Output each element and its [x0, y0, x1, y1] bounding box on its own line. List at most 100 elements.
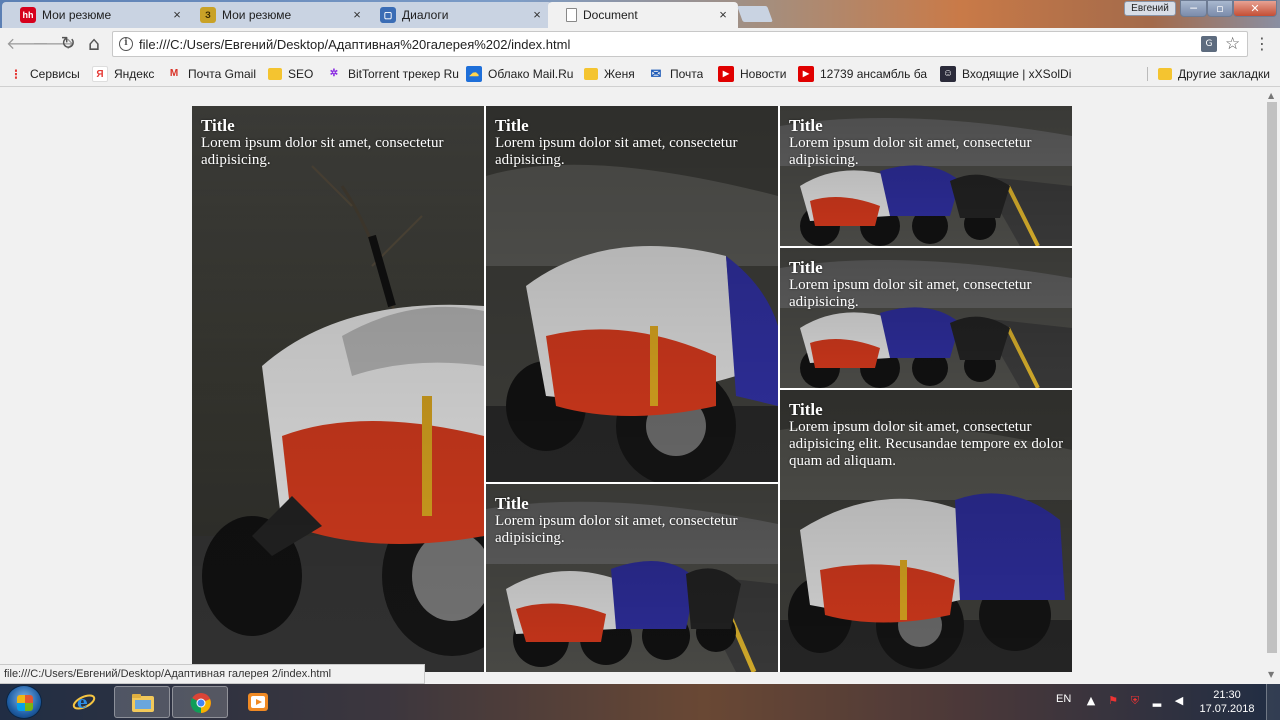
caption-text: Lorem ipsum dolor sit amet, consectetur … — [789, 277, 1032, 310]
info-icon[interactable]: i — [119, 37, 133, 51]
url-text[interactable]: file:///C:/Users/Евгений/Desktop/Адаптив… — [139, 37, 570, 52]
scrollbar-thumb[interactable] — [1267, 102, 1277, 653]
bookmark-label: Другие закладки — [1178, 67, 1270, 81]
tab-resume-hh[interactable]: hh Мои резюме × — [2, 2, 192, 28]
torrent-icon: ✲ — [329, 68, 339, 79]
reload-icon[interactable]: ↻ — [58, 34, 78, 54]
caption-title: Title — [789, 400, 823, 419]
profile-button[interactable]: Евгений — [1124, 1, 1176, 16]
maximize-button[interactable]: ▫ — [1207, 0, 1233, 17]
gallery-item[interactable]: Title Lorem ipsum dolor sit amet, consec… — [192, 106, 484, 672]
media-player-icon — [248, 693, 268, 711]
folder-icon — [132, 694, 154, 712]
show-hidden-icons-icon[interactable]: ▲ — [1084, 694, 1098, 708]
tab-dialogs[interactable]: ▢ Диалоги × — [362, 2, 552, 28]
taskbar-chrome[interactable] — [172, 686, 228, 718]
vertical-scrollbar[interactable]: ▲ ▼ — [1264, 88, 1280, 684]
bookmark-ensemble[interactable]: ▶ 12739 ансамбль ба — [798, 65, 928, 83]
gallery-item[interactable]: Title Lorem ipsum dolor sit amet, consec… — [780, 106, 1072, 246]
bookmark-news[interactable]: ▶ Новости — [718, 65, 786, 83]
minimize-button[interactable]: ─ — [1180, 0, 1207, 17]
taskbar-media-player[interactable] — [230, 686, 286, 718]
taskbar-ie[interactable]: e — [56, 686, 112, 718]
bookmark-yandex[interactable]: Я Яндекс — [92, 65, 154, 83]
tab-label: Document — [583, 8, 638, 22]
inbox-avatar-icon: ☺ — [940, 66, 956, 82]
chrome-icon — [190, 693, 211, 714]
bookmark-label: Сервисы — [30, 67, 80, 81]
caption-title: Title — [495, 116, 529, 135]
caption-text: Lorem ipsum dolor sit amet, consectetur … — [495, 513, 738, 546]
page-favicon-icon — [566, 8, 577, 22]
menu-kebab-icon[interactable]: ⋮ — [1254, 34, 1270, 54]
photo-shade — [192, 106, 484, 672]
action-center-flag-icon[interactable]: ⚑ — [1106, 694, 1120, 708]
system-clock[interactable]: 21:30 17.07.2018 — [1196, 688, 1258, 716]
bookmark-bittorrent[interactable]: ✲ BitTorrent трекер Ru — [326, 65, 464, 83]
bookmark-label: Новости — [740, 67, 787, 81]
chat-favicon-icon: ▢ — [380, 7, 396, 23]
folder-icon — [1158, 68, 1172, 80]
scroll-down-icon[interactable]: ▼ — [1268, 670, 1274, 679]
taskbar-explorer[interactable] — [114, 686, 170, 718]
bookmark-label: SEO — [288, 67, 314, 81]
bookmarks-bar: ⁝ Сервисы Я Яндекс M Почта Gmail SEO ✲ B… — [0, 61, 1280, 87]
back-arrow-icon[interactable]: 🡐 — [6, 34, 49, 54]
tab-document[interactable]: Document × — [548, 2, 738, 28]
close-icon[interactable]: × — [530, 8, 544, 22]
forward-arrow-icon[interactable]: 🡒 — [32, 34, 75, 54]
gmail-icon: M — [169, 68, 179, 79]
bookmark-folder-seo[interactable]: SEO — [268, 65, 313, 83]
folder-icon — [268, 68, 282, 80]
chrome-window: hh Мои резюме × З Мои резюме × ▢ Диалоги… — [0, 0, 1280, 684]
bookmark-star-icon[interactable]: ☆ — [1225, 34, 1240, 54]
tab-label: Мои резюме — [222, 8, 292, 22]
security-icon[interactable]: ⛨ — [1128, 694, 1142, 708]
bookmark-label: Яндекс — [114, 67, 155, 81]
clock-date: 17.07.2018 — [1199, 703, 1255, 715]
caption-text: Lorem ipsum dolor sit amet, consectetur … — [495, 135, 738, 168]
scroll-up-icon[interactable]: ▲ — [1268, 91, 1274, 100]
bookmark-label: Облако Mail.Ru — [488, 67, 574, 81]
gallery-grid: Title Lorem ipsum dolor sit amet, consec… — [192, 106, 1072, 672]
bookmark-label: Почта — [670, 67, 704, 81]
caption: Title Lorem ipsum dolor sit amet, consec… — [201, 116, 476, 169]
gallery-item[interactable]: Title Lorem ipsum dolor sit amet, consec… — [780, 390, 1072, 672]
close-icon[interactable]: × — [716, 8, 730, 22]
bookmark-folder-zhenya[interactable]: Женя — [584, 65, 635, 83]
bookmark-inbox[interactable]: ☺ Входящие | xXSolDi — [940, 65, 1076, 83]
volume-icon[interactable]: ◀ — [1172, 694, 1186, 708]
caption: Title Lorem ipsum dolor sit amet, consec… — [495, 494, 770, 547]
gallery-item[interactable]: Title Lorem ipsum dolor sit amet, consec… — [780, 248, 1072, 388]
translate-icon[interactable]: G — [1201, 36, 1217, 52]
close-window-button[interactable]: ✕ — [1233, 0, 1277, 17]
browser-toolbar: 🡐 🡒 ↻ ⌂ i file:///C:/Users/Евгений/Deskt… — [0, 28, 1280, 61]
cloud-icon: ☁ — [466, 66, 482, 82]
bookmark-services[interactable]: ⁝ Сервисы — [8, 65, 80, 83]
status-bubble: file:///C:/Users/Евгений/Desktop/Адаптив… — [0, 664, 425, 684]
windows-logo-icon — [17, 695, 33, 711]
language-indicator[interactable]: EN — [1056, 693, 1071, 705]
new-tab-button[interactable] — [737, 6, 773, 22]
clock-time: 21:30 — [1213, 689, 1241, 701]
bookmark-pochta[interactable]: ✉ Почта — [648, 65, 704, 83]
caption-text: Lorem ipsum dolor sit amet, consectetur … — [789, 135, 1032, 168]
network-signal-icon[interactable]: ▂ — [1150, 694, 1164, 708]
bookmark-gmail[interactable]: M Почта Gmail — [166, 65, 256, 83]
bookmark-label: Почта Gmail — [188, 67, 256, 81]
show-desktop-button[interactable] — [1266, 684, 1280, 720]
caption-title: Title — [789, 116, 823, 135]
start-button[interactable] — [6, 685, 42, 719]
gallery-item[interactable]: Title Lorem ipsum dolor sit amet, consec… — [486, 484, 778, 672]
caption: Title Lorem ipsum dolor sit amet, consec… — [789, 258, 1064, 311]
bookmark-cloud-mailru[interactable]: ☁ Облако Mail.Ru — [466, 65, 573, 83]
caption-title: Title — [201, 116, 235, 135]
gallery-item[interactable]: Title Lorem ipsum dolor sit amet, consec… — [486, 106, 778, 482]
tab-resume-2[interactable]: З Мои резюме × — [182, 2, 372, 28]
tab-strip: hh Мои резюме × З Мои резюме × ▢ Диалоги… — [0, 0, 1280, 28]
windows-taskbar: e EN ▲ ⚑ ⛨ ▂ ◀ 21:30 17.07.2018 — [0, 684, 1280, 720]
address-bar[interactable]: i file:///C:/Users/Евгений/Desktop/Адапт… — [112, 31, 1248, 57]
bookmark-other-folder[interactable]: Другие закладки — [1158, 65, 1270, 83]
caption: Title Lorem ipsum dolor sit amet, consec… — [495, 116, 770, 169]
home-icon[interactable]: ⌂ — [84, 34, 104, 54]
